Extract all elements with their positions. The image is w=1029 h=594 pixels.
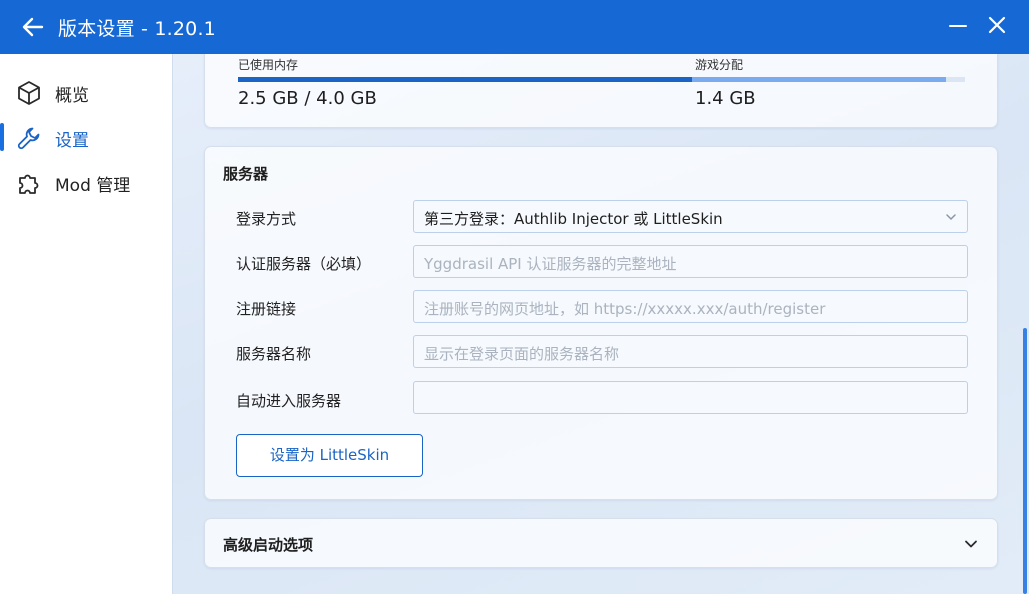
title-bar: 版本设置 - 1.20.1 [0,0,1029,54]
memory-used-fill [238,77,692,82]
puzzle-icon [16,170,42,196]
sidebar-item-label: 概览 [55,86,89,106]
auth-server-label: 认证服务器（必填） [236,255,372,273]
memory-used-value: 2.5 GB / 4.0 GB [238,88,377,109]
set-littleskin-button[interactable]: 设置为 LittleSkin [236,434,423,477]
settings-content: 已使用内存 游戏分配 2.5 GB / 4.0 GB 1.4 GB 服务器 登录… [173,54,1029,594]
server-card: 服务器 登录方式 第三方登录：Authlib Injector 或 Little… [204,146,998,500]
sidebar-item-settings[interactable]: 设置 [0,117,172,157]
scrollbar[interactable] [1023,328,1027,594]
section-title: 服务器 [223,165,269,183]
wrench-icon [16,125,42,151]
chevron-down-icon [944,210,958,224]
server-name-label: 服务器名称 [236,345,312,363]
auto-join-label: 自动进入服务器 [236,392,342,410]
active-indicator [0,123,4,151]
sidebar-item-label: 设置 [55,131,89,151]
back-icon[interactable] [18,12,48,42]
sidebar-item-label: Mod 管理 [55,176,131,196]
game-allocation-label: 游戏分配 [695,58,744,72]
memory-card: 已使用内存 游戏分配 2.5 GB / 4.0 GB 1.4 GB [204,54,998,128]
memory-bar [238,77,965,82]
close-icon[interactable] [985,12,1009,40]
sidebar-item-overview[interactable]: 概览 [0,72,172,112]
memory-used-label: 已使用内存 [238,58,299,72]
server-name-input[interactable]: 显示在登录页面的服务器名称 [413,335,968,368]
sidebar-item-mods[interactable]: Mod 管理 [0,162,172,202]
memory-allocated-fill [692,77,946,82]
auto-join-input[interactable] [413,381,968,414]
window-title: 版本设置 - 1.20.1 [58,18,216,40]
chevron-down-icon [963,536,979,552]
login-method-value: 第三方登录：Authlib Injector 或 LittleSkin [424,210,723,228]
login-method-label: 登录方式 [236,210,297,228]
login-method-select[interactable]: 第三方登录：Authlib Injector 或 LittleSkin [413,200,968,233]
cube-icon [16,80,42,106]
minimize-icon[interactable] [946,12,970,40]
game-allocation-value: 1.4 GB [695,88,756,109]
auth-server-input[interactable]: Yggdrasil API 认证服务器的完整地址 [413,245,968,278]
advanced-options-title: 高级启动选项 [223,536,314,554]
sidebar: 概览 设置 Mod 管理 [0,54,173,594]
register-link-input[interactable]: 注册账号的网页地址，如 https://xxxxx.xxx/auth/regis… [413,290,968,323]
register-link-label: 注册链接 [236,300,297,318]
advanced-options-card[interactable]: 高级启动选项 [204,518,998,568]
